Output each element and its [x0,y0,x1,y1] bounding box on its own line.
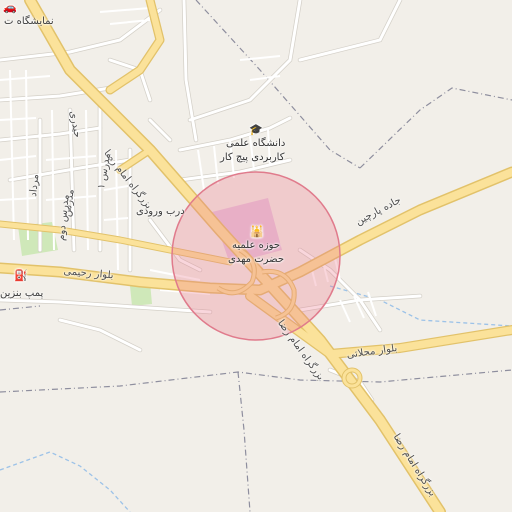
car-icon[interactable]: 🚗 [3,2,17,14]
seminary-label[interactable]: حوزه علمیه [232,240,280,252]
mosque-icon[interactable]: 🕌 [250,226,264,238]
fuel-icon[interactable]: ⛽ [14,270,28,282]
graduation-cap-icon[interactable]: 🎓 [249,124,263,136]
mordad-street-label: مرداد [28,173,42,198]
university-label-line2[interactable]: کاربردی پیچ کار [220,152,284,164]
university-label[interactable]: دانشگاه علمی [226,138,285,150]
seminary-label-line2[interactable]: حضرت مهدی [228,254,284,266]
map-canvas[interactable]: 🚗 🎓 🕌 ⛽ نمایشگاه ت دانشگاه علمی کاربردی … [0,0,512,512]
exhibition-label[interactable]: نمایشگاه ت [4,16,54,28]
fuel-station-label[interactable]: پمپ بنزین [0,288,43,300]
